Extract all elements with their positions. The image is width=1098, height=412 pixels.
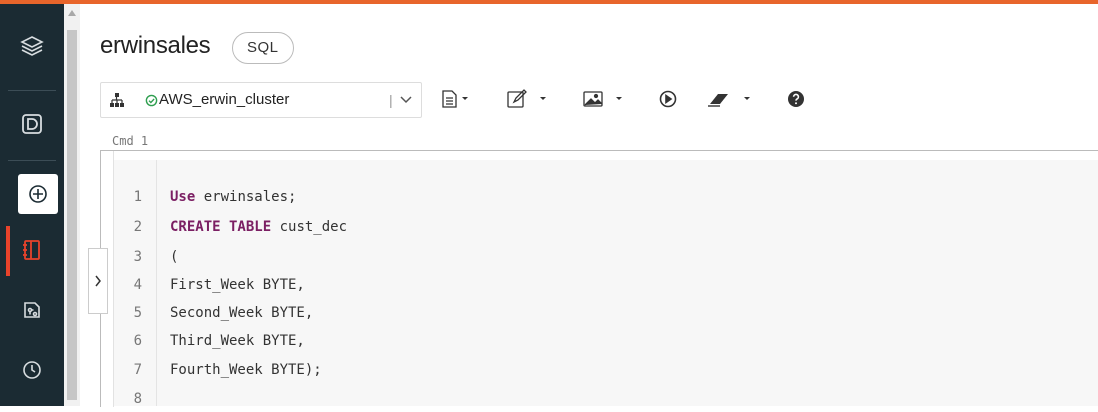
- chevron-right-icon: [95, 275, 101, 287]
- create-icon[interactable]: [18, 174, 58, 214]
- cluster-separator: |: [389, 92, 393, 108]
- line-number: 6: [133, 333, 142, 349]
- language-badge[interactable]: SQL: [232, 32, 294, 64]
- code-text: erwinsales;: [195, 189, 297, 205]
- code-text: (: [170, 249, 179, 265]
- code-line[interactable]: 5 Second_Week BYTE,: [114, 300, 1098, 326]
- scroll-up-arrow-icon[interactable]: [68, 10, 76, 16]
- code-line[interactable]: 3 (: [114, 244, 1098, 270]
- sidebar: [0, 4, 64, 406]
- vertical-scrollbar[interactable]: [64, 4, 80, 406]
- line-number: 2: [133, 219, 142, 235]
- line-number: 5: [133, 305, 142, 321]
- code-text: Fourth_Week BYTE);: [170, 362, 322, 378]
- image-icon: [583, 91, 622, 107]
- top-accent-bar: [0, 0, 1098, 4]
- layers-icon[interactable]: [0, 22, 64, 70]
- image-menu-button[interactable]: [582, 82, 626, 116]
- expand-panel-button[interactable]: [88, 248, 108, 314]
- line-number: 1: [133, 189, 142, 205]
- help-icon: [788, 91, 804, 107]
- code-editor[interactable]: 1 Use erwinsales; 2 CREATE TABLE cust_de…: [114, 160, 1098, 407]
- eraser-icon: [708, 94, 750, 107]
- line-number: 7: [133, 362, 142, 378]
- check-circle-icon: [145, 83, 158, 117]
- code-line[interactable]: 6 Third_Week BYTE,: [114, 328, 1098, 354]
- code-line[interactable]: 4 First_Week BYTE,: [114, 272, 1098, 298]
- recents-clock-icon[interactable]: [0, 346, 64, 394]
- code-line[interactable]: 1 Use erwinsales;: [114, 184, 1098, 210]
- code-text: cust_dec: [271, 219, 348, 235]
- code-text: First_Week BYTE,: [170, 277, 305, 293]
- code-line[interactable]: 7 Fourth_Week BYTE);: [114, 357, 1098, 383]
- code-text: Third_Week BYTE,: [170, 333, 305, 349]
- cluster-selector[interactable]: AWS_erwin_cluster |: [100, 82, 422, 118]
- line-number: 4: [133, 277, 142, 293]
- file-menu-button[interactable]: [440, 82, 470, 116]
- code-line[interactable]: 2 CREATE TABLE cust_dec: [114, 214, 1098, 240]
- edit-icon: [507, 89, 546, 108]
- help-button[interactable]: [786, 82, 806, 116]
- code-line[interactable]: 8: [114, 386, 1098, 412]
- scroll-thumb[interactable]: [67, 30, 77, 400]
- sql-keyword: CREATE TABLE: [170, 219, 272, 235]
- code-text: Second_Week BYTE,: [170, 305, 314, 321]
- run-icon: [659, 90, 677, 108]
- line-number: 3: [133, 249, 142, 265]
- cluster-name: AWS_erwin_cluster: [159, 91, 290, 108]
- notebook-icon[interactable]: [0, 226, 64, 274]
- notebook-title[interactable]: erwinsales: [100, 32, 211, 60]
- cluster-tree-icon: [109, 83, 125, 117]
- cell-label: Cmd 1: [112, 134, 149, 148]
- repos-icon[interactable]: [0, 286, 64, 334]
- run-cell-button[interactable]: [658, 82, 678, 116]
- file-icon: [442, 90, 468, 108]
- clear-menu-button[interactable]: [706, 82, 756, 116]
- sql-keyword: Use: [170, 189, 196, 205]
- line-number: 8: [133, 391, 142, 407]
- data-icon[interactable]: [0, 100, 64, 148]
- edit-menu-button[interactable]: [506, 82, 550, 116]
- chevron-down-icon[interactable]: [399, 83, 413, 117]
